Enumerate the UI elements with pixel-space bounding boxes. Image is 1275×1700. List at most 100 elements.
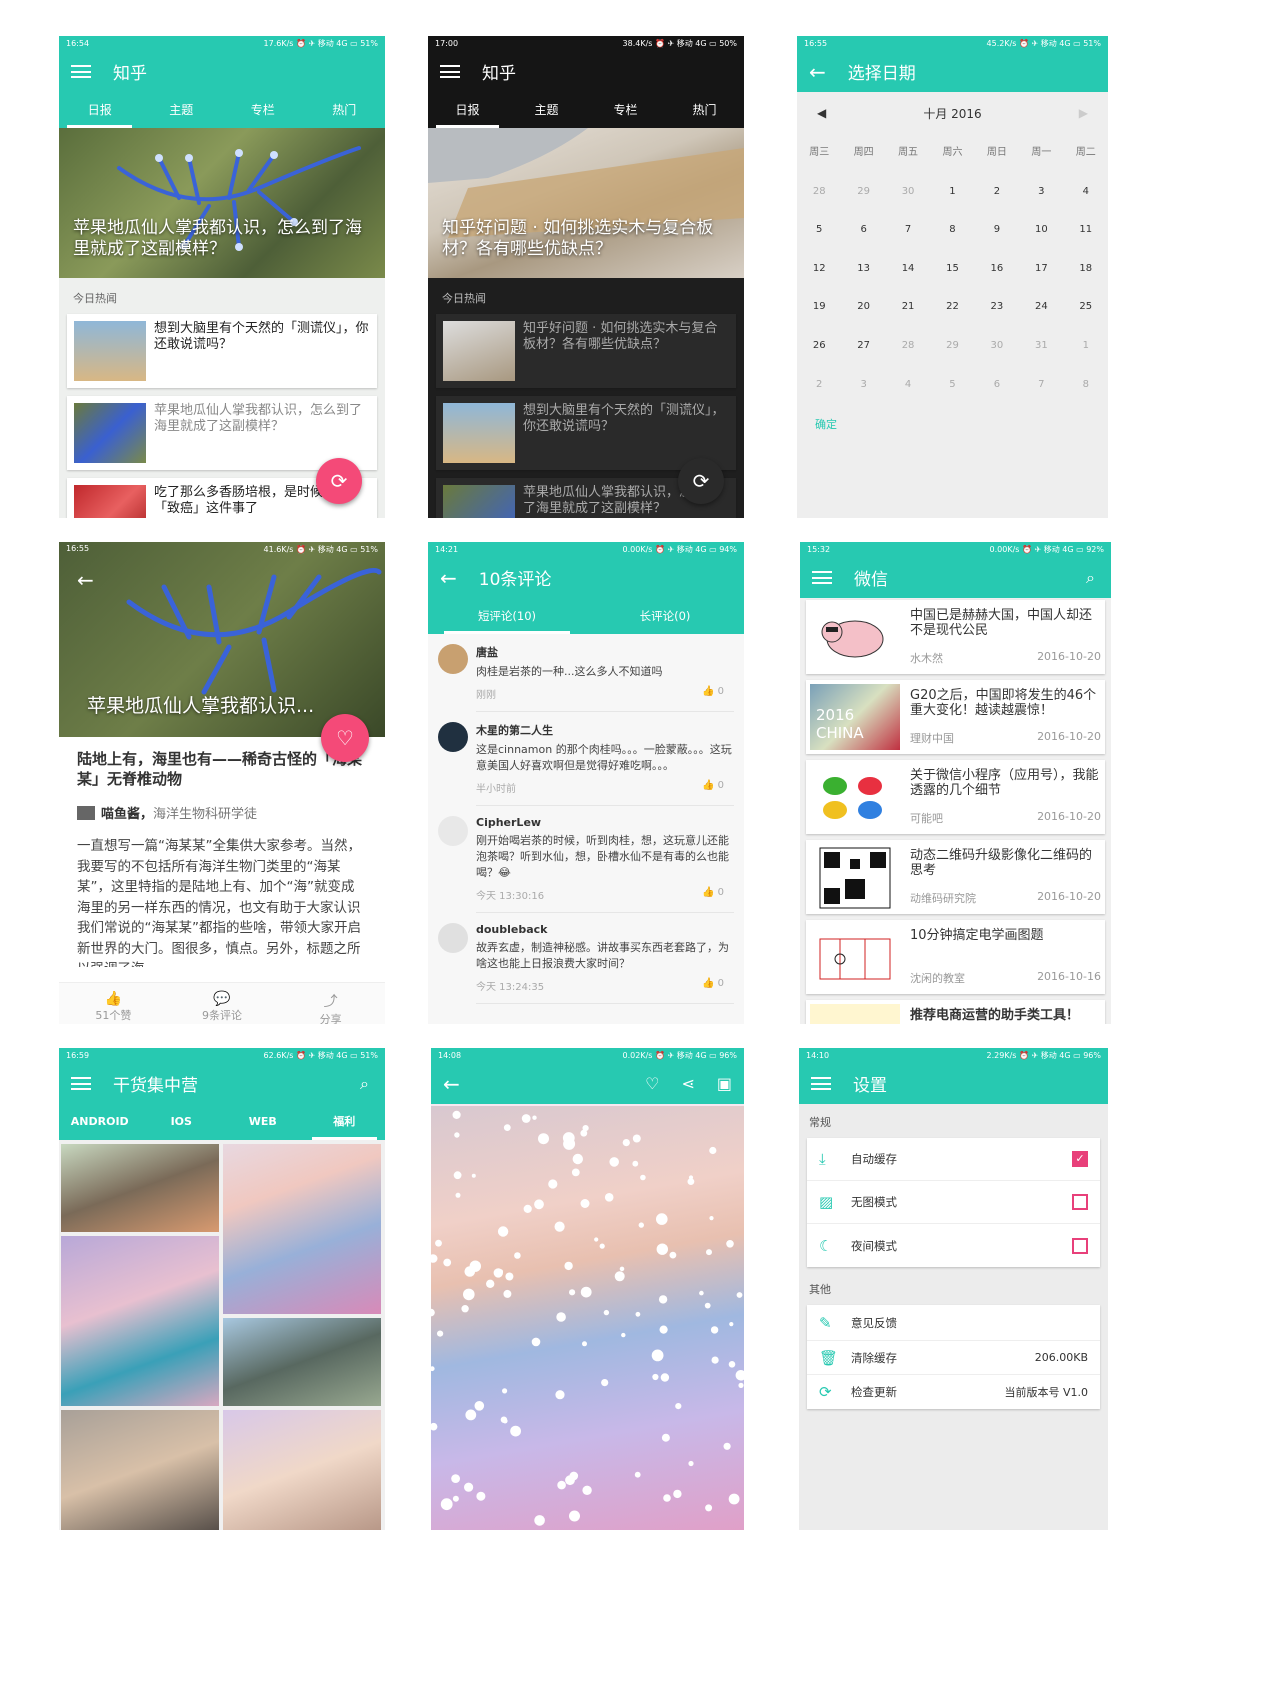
article-card[interactable]: 10分钟搞定电学画图题 沈闲的教室 2016-10-16 <box>806 920 1105 994</box>
favorite-fab[interactable]: ♡ <box>321 714 369 762</box>
status-time: 14:21 <box>435 545 459 554</box>
share-button[interactable]: ⤴ 分享 <box>276 983 385 1024</box>
confirm-button[interactable]: 确定 <box>797 404 1108 444</box>
article-card[interactable]: 关于微信小程序（应用号），我能透露的几个细节 可能吧 2016-10-20 <box>806 760 1105 834</box>
tab-columns[interactable]: 专栏 <box>222 92 304 128</box>
status-bar: 14:21 0.00K/s ⏰ ✈ 移动 4G ▭ 94% <box>428 542 744 557</box>
day-cell[interactable]: 20 <box>841 288 885 327</box>
menu-icon[interactable] <box>71 65 91 78</box>
menu-icon[interactable] <box>71 1077 91 1090</box>
checkbox-checked[interactable]: ✓ <box>1072 1151 1088 1167</box>
tab-daily[interactable]: 日报 <box>59 92 141 128</box>
day-cell[interactable]: 1 <box>930 173 974 212</box>
day-cell[interactable]: 19 <box>797 288 841 327</box>
hero-banner[interactable]: 知乎好问题 · 如何挑选实木与复合板材？各有哪些优缺点？ <box>428 128 744 278</box>
comment-like[interactable]: 👍 0 <box>702 780 724 795</box>
day-cell[interactable]: 5 <box>797 211 841 250</box>
comment-item[interactable]: 木星的第二人生 这是cinnamon 的那个肉桂吗。。。一脸蒙蔽。。。这玩意美国人… <box>428 712 744 806</box>
day-cell[interactable]: 10 <box>1019 211 1063 250</box>
tab-web[interactable]: WEB <box>222 1104 304 1140</box>
share-icon[interactable]: ⋖ <box>681 1074 694 1093</box>
setting-auto-cache[interactable]: ⤓ 自动缓存 ✓ <box>807 1138 1100 1181</box>
day-cell[interactable]: 22 <box>930 288 974 327</box>
search-icon[interactable]: ⌕ <box>360 1074 369 1094</box>
menu-icon[interactable] <box>811 1077 831 1090</box>
day-cell[interactable]: 2 <box>975 173 1019 212</box>
checkbox[interactable] <box>1072 1194 1088 1210</box>
tab-short-comments[interactable]: 短评论(10) <box>428 598 586 634</box>
day-cell[interactable]: 23 <box>975 288 1019 327</box>
next-month-icon[interactable]: ▶ <box>1079 106 1088 120</box>
article-card[interactable]: 动态二维码升级影像化二维码的思考 动维码研究院 2016-10-20 <box>806 840 1105 914</box>
photo-tile[interactable] <box>61 1236 219 1406</box>
day-cell[interactable]: 14 <box>886 250 930 289</box>
comment-button[interactable]: 💬 9条评论 <box>168 983 277 1024</box>
day-cell[interactable]: 13 <box>841 250 885 289</box>
story-card[interactable]: 想到大脑里有个天然的「测谎仪」，你还敢说谎吗？ <box>67 314 377 388</box>
day-cell[interactable]: 11 <box>1064 211 1108 250</box>
hero-banner[interactable]: 苹果地瓜仙人掌我都认识，怎么到了海里就成了这副模样？ <box>59 128 385 278</box>
day-cell[interactable]: 7 <box>886 211 930 250</box>
day-cell[interactable]: 9 <box>975 211 1019 250</box>
setting-check-update[interactable]: ⟳ 检查更新 当前版本号 V1.0 <box>807 1375 1100 1409</box>
tab-hot[interactable]: 热门 <box>304 92 386 128</box>
day-cell[interactable]: 6 <box>841 211 885 250</box>
photo-tile[interactable] <box>223 1410 381 1530</box>
comment-like[interactable]: 👍 0 <box>702 887 724 902</box>
day-cell[interactable]: 12 <box>797 250 841 289</box>
tab-hot[interactable]: 热门 <box>665 92 744 128</box>
tab-ios[interactable]: IOS <box>141 1104 223 1140</box>
day-cell[interactable]: 15 <box>930 250 974 289</box>
photo-tile[interactable] <box>61 1410 219 1530</box>
setting-clear-cache[interactable]: 🗑 清除缓存 206.00KB <box>807 1341 1100 1375</box>
heart-icon[interactable]: ♡ <box>645 1074 659 1093</box>
day-cell[interactable]: 3 <box>1019 173 1063 212</box>
like-button[interactable]: 👍 51个赞 <box>59 983 168 1024</box>
setting-night-mode[interactable]: ☾ 夜间模式 <box>807 1224 1100 1267</box>
comment-like[interactable]: 👍 0 <box>702 978 724 993</box>
back-arrow-icon[interactable]: ← <box>77 570 94 590</box>
photo-tile[interactable] <box>61 1144 219 1232</box>
tab-daily[interactable]: 日报 <box>428 92 507 128</box>
photo-tile[interactable] <box>223 1318 381 1406</box>
comment-item[interactable]: CipherLew 刚开始喝岩茶的时候，听到肉桂，想，这玩意儿还能泡茶喝？听到水仙… <box>428 806 744 913</box>
day-cell[interactable]: 21 <box>886 288 930 327</box>
comment-item[interactable]: doubleback 故弄玄虚，制造神秘感。讲故事买东西老套路了，为啥这也能上日报… <box>428 913 744 1004</box>
article-card[interactable]: 中国已是赫赫大国，中国人却还不是现代公民 水木然 2016-10-20 <box>806 600 1105 674</box>
day-cell[interactable]: 18 <box>1064 250 1108 289</box>
refresh-fab[interactable]: ⟳ <box>316 458 362 504</box>
tab-themes[interactable]: 主题 <box>507 92 586 128</box>
article-card[interactable]: 2016 CHINA G20之后，中国即将发生的46个重大变化！越读越震惊！ 理财中… <box>806 680 1105 754</box>
menu-icon[interactable] <box>440 65 460 78</box>
save-icon[interactable]: ▣ <box>717 1074 732 1093</box>
setting-feedback[interactable]: ✎ 意见反馈 <box>807 1305 1100 1341</box>
story-card[interactable]: 知乎好问题 · 如何挑选实木与复合板材？各有哪些优缺点？ <box>436 314 736 388</box>
tab-android[interactable]: ANDROID <box>59 1104 141 1140</box>
day-cell[interactable]: 4 <box>1064 173 1108 212</box>
setting-no-image[interactable]: ▨ 无图模式 <box>807 1181 1100 1224</box>
prev-month-icon[interactable]: ◀ <box>817 106 826 120</box>
comment-like[interactable]: 👍 0 <box>702 686 724 701</box>
tab-columns[interactable]: 专栏 <box>586 92 665 128</box>
back-arrow-icon[interactable]: ← <box>440 568 457 588</box>
menu-icon[interactable] <box>812 571 832 584</box>
day-cell[interactable]: 16 <box>975 250 1019 289</box>
day-cell[interactable]: 8 <box>930 211 974 250</box>
tab-themes[interactable]: 主题 <box>141 92 223 128</box>
day-cell[interactable]: 24 <box>1019 288 1063 327</box>
back-arrow-icon[interactable]: ← <box>443 1074 460 1094</box>
back-arrow-icon[interactable]: ← <box>809 62 826 82</box>
day-cell[interactable]: 27 <box>841 327 885 366</box>
day-cell[interactable]: 26 <box>797 327 841 366</box>
search-icon[interactable]: ⌕ <box>1086 568 1095 588</box>
day-cell[interactable]: 25 <box>1064 288 1108 327</box>
tab-welfare[interactable]: 福利 <box>304 1104 386 1140</box>
article-card[interactable]: 推荐电商运营的助手类工具！ <box>806 1000 1105 1024</box>
photo-tile[interactable] <box>223 1144 381 1314</box>
comment-item[interactable]: 唐盐 肉桂是岩茶的一种...这么多人不知道吗 刚刚 👍 0 <box>428 634 744 712</box>
tab-long-comments[interactable]: 长评论(0) <box>586 598 744 634</box>
trash-icon: 🗑 <box>819 1348 839 1367</box>
day-cell[interactable]: 17 <box>1019 250 1063 289</box>
refresh-fab[interactable]: ⟳ <box>678 458 724 504</box>
checkbox[interactable] <box>1072 1237 1088 1254</box>
